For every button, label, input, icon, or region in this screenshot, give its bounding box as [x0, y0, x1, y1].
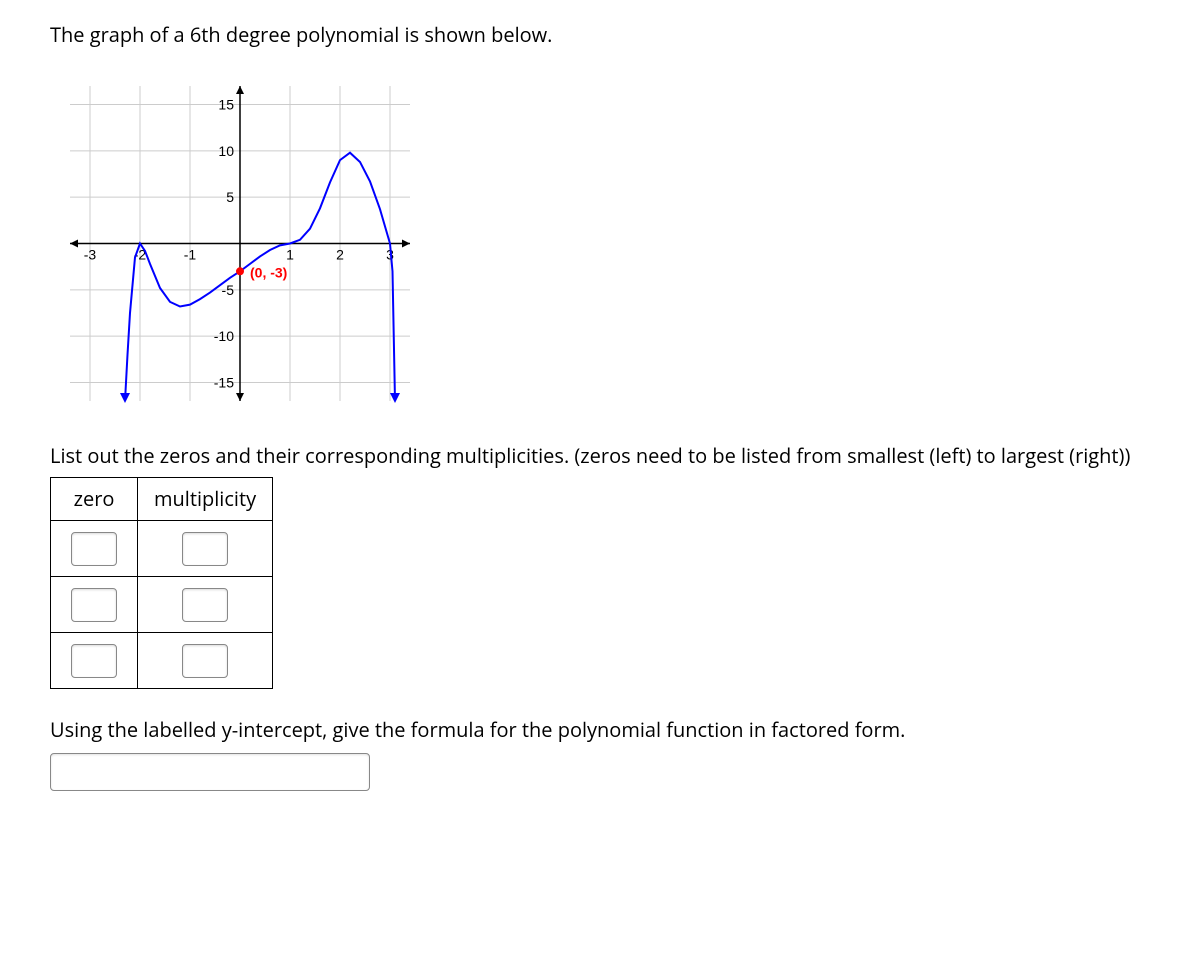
- svg-text:-10: -10: [214, 328, 234, 344]
- svg-text:10: 10: [218, 143, 234, 159]
- intro-text: The graph of a 6th degree polynomial is …: [50, 20, 1150, 50]
- svg-text:(0, -3): (0, -3): [250, 264, 287, 280]
- mult-input-3[interactable]: [182, 644, 228, 678]
- svg-text:-15: -15: [214, 374, 234, 390]
- formula-input[interactable]: [50, 753, 370, 791]
- table-row: [51, 577, 273, 633]
- svg-text:-1: -1: [184, 247, 197, 263]
- zeros-table: zero multiplicity: [50, 477, 273, 689]
- mult-input-1[interactable]: [182, 532, 228, 566]
- svg-text:5: 5: [226, 189, 234, 205]
- polynomial-graph: -3-2-1123-15-10-551015(0, -3): [50, 76, 1150, 411]
- table-row: [51, 521, 273, 577]
- table-header-mult: multiplicity: [138, 478, 273, 521]
- svg-text:2: 2: [336, 247, 344, 263]
- table-header-zero: zero: [51, 478, 138, 521]
- svg-text:15: 15: [218, 97, 234, 113]
- svg-text:-5: -5: [222, 282, 235, 298]
- list-instruction: List out the zeros and their correspondi…: [50, 441, 1150, 471]
- zero-input-3[interactable]: [71, 644, 117, 678]
- formula-instruction: Using the labelled y-intercept, give the…: [50, 715, 1150, 745]
- mult-input-2[interactable]: [182, 588, 228, 622]
- table-row: [51, 633, 273, 689]
- svg-text:-3: -3: [84, 247, 97, 263]
- svg-text:1: 1: [286, 247, 294, 263]
- zero-input-2[interactable]: [71, 588, 117, 622]
- zero-input-1[interactable]: [71, 532, 117, 566]
